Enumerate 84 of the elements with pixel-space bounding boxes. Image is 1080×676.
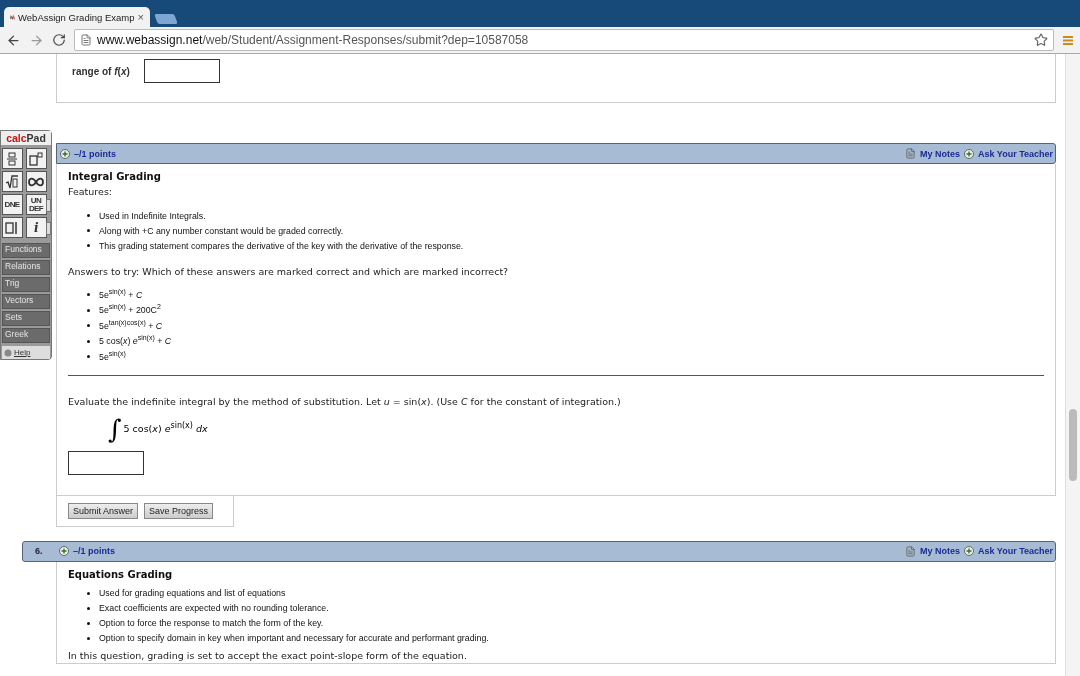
notes-icon (904, 545, 916, 557)
calcpad-menu[interactable]: Greek (2, 328, 50, 343)
fraction-icon (7, 151, 17, 166)
prompt-text: Answers to try: Which of these answers are marked correct and which are marked incorrect? (68, 265, 510, 279)
exponent-icon (29, 151, 43, 166)
calcpad-key[interactable] (25, 171, 47, 192)
my-notes-link[interactable]: My Notes (919, 148, 960, 159)
bullet-icon (87, 244, 90, 247)
calcpad-menu[interactable]: Vectors (2, 294, 50, 309)
question-number: 6. (35, 546, 44, 556)
infinity-icon (28, 176, 44, 187)
scrollbar-thumb[interactable] (1069, 409, 1077, 481)
points-link[interactable]: –/1 points (73, 546, 115, 556)
forward-icon[interactable] (29, 32, 44, 48)
calcpad-key[interactable] (1, 148, 23, 169)
plus-circle-icon (963, 148, 974, 159)
question-title: Integral Grading (68, 170, 162, 184)
help-link[interactable]: Help (2, 346, 50, 359)
ask-teacher-link[interactable]: Ask Your Teacher (977, 546, 1053, 556)
square-root-icon (5, 174, 19, 189)
answer-expression: 5e$^{sin(x)}$ + C (99, 288, 143, 301)
bullet-icon (87, 324, 90, 328)
question-text: Evaluate the indefinite integral by the method of substitution. Let u = sin(x). (Use C for the constant of integration.) (68, 394, 622, 409)
bullet-icon (87, 339, 90, 343)
page-icon (80, 34, 92, 46)
submit-button[interactable]: Submit Answer (68, 502, 139, 519)
plus-circle-icon (60, 148, 70, 159)
answer-expression: 5 cos(x) e$^{sin(x)}$ + C (99, 335, 172, 348)
calcpad-key[interactable] (25, 148, 47, 169)
answer-expression: 5e$^{sin(x)}$ + 200C$^{2}$ (99, 304, 161, 317)
feature-item: Exact coefficients are expected with no rounding tolerance. (99, 602, 329, 614)
calcpad-key[interactable] (1, 171, 23, 192)
integral-sign: ∫ (108, 414, 122, 443)
bullet-icon (87, 214, 90, 217)
bullet-icon (87, 308, 90, 312)
help-icon (4, 348, 12, 357)
reload-icon[interactable] (52, 33, 66, 47)
save-button[interactable]: Save Progress (144, 502, 214, 519)
calcpad-menu[interactable]: Sets (2, 311, 50, 326)
url-path: /web/Student/Assignment-Responses/submit?dep=10587058 (202, 33, 529, 47)
plus-circle-icon (59, 546, 69, 556)
bullet-icon (87, 606, 90, 610)
close-icon[interactable]: × (137, 11, 144, 23)
bullet-icon (87, 636, 90, 640)
bullet-icon (87, 591, 90, 595)
bookmark-star-icon[interactable] (1034, 33, 1048, 47)
question-title: Equations Grading (68, 567, 174, 582)
feature-item: This grading statement compares the derivative of the key with the derivative of the response. (99, 239, 464, 252)
calcpad-menu[interactable]: Relations (2, 260, 50, 275)
calcpad-menu[interactable]: Trig (2, 277, 50, 292)
plus-circle-icon (963, 546, 974, 556)
bullet-icon (87, 293, 90, 297)
prompt-text: In this question, grading is set to accept the exact point-slope form of the equation. (68, 648, 468, 663)
calcpad-key[interactable] (1, 217, 23, 238)
answer-expression: 5e$^{sin(x)}$ (99, 350, 126, 363)
tab-title: WebAssign Grading Examp (18, 11, 135, 23)
url-host: www.webassign.net (97, 33, 203, 47)
answer-field[interactable] (143, 59, 220, 83)
feature-item: Option to specify domain in key when important and necessary for accurate and performant grading. (99, 632, 489, 644)
feature-item: Used in Indefinite Integrals. (99, 209, 206, 222)
feature-item: Option to force the response to match the form of the key. (99, 617, 324, 629)
absolute-value-icon (5, 221, 19, 234)
calcpad-menu[interactable]: Functions (2, 243, 50, 258)
bullet-icon (87, 621, 90, 625)
calcpad-title: calcPad (1, 131, 51, 145)
points-link[interactable]: –/1 points (74, 148, 116, 159)
browser-tab[interactable]: WebAssign Grading Examp × (4, 7, 150, 27)
bullet-icon (87, 355, 90, 359)
menu-icon[interactable] (1062, 34, 1074, 46)
back-icon[interactable] (6, 32, 21, 48)
answer-expression: 5e$^{tan(x)cos(x)}$ + C (99, 319, 163, 332)
my-notes-link[interactable]: My Notes (919, 546, 960, 556)
feature-item: Used for grading equations and list of equations (99, 587, 286, 599)
integrand: 5 cos(x) e$^{sin(x)}$ dx (123, 423, 208, 434)
notes-icon (904, 148, 916, 159)
address-bar[interactable]: www.webassign.net/web/Student/Assignment-Responses/submit?dep=10587058 (74, 29, 1054, 51)
feature-item: Along with +C any number constant would be graded correctly. (99, 224, 344, 237)
intro-text: Features: (68, 185, 114, 199)
answer-field[interactable] (68, 450, 144, 475)
new-tab-button[interactable] (154, 14, 178, 24)
bullet-icon (87, 229, 90, 232)
ask-teacher-link[interactable]: Ask Your Teacher (977, 148, 1053, 159)
calcpad-key[interactable]: DNE (1, 194, 23, 215)
field-label: range of f(x) (72, 65, 130, 77)
